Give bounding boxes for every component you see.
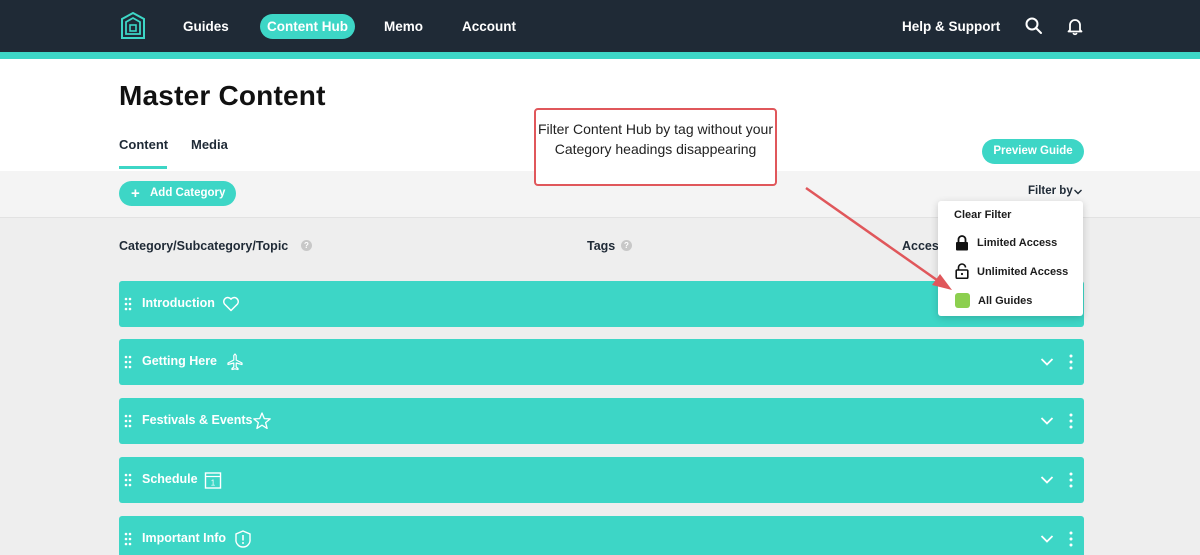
page-title: Master Content xyxy=(119,80,326,111)
nav-account[interactable]: Account xyxy=(462,14,516,39)
nav-accent-bar xyxy=(0,52,1200,59)
nav-memo[interactable]: Memo xyxy=(384,14,423,39)
more-options-icon[interactable] xyxy=(1069,354,1073,370)
more-options-icon[interactable] xyxy=(1069,472,1073,488)
category-row[interactable]: Festivals & Events xyxy=(119,398,1084,444)
column-header-access: Acces xyxy=(902,239,939,253)
more-options-icon[interactable] xyxy=(1069,413,1073,429)
add-category-label: Add Category xyxy=(150,187,226,199)
calendar-icon: 1 xyxy=(204,472,222,489)
category-row[interactable]: Schedule 1 xyxy=(119,457,1084,503)
category-row[interactable]: Getting Here xyxy=(119,339,1084,385)
lock-open-icon xyxy=(955,263,969,279)
chevron-down-icon[interactable] xyxy=(1040,534,1054,544)
star-icon xyxy=(253,412,271,430)
limited-access-option[interactable]: Limited Access xyxy=(977,237,1057,249)
heart-icon xyxy=(223,296,239,312)
search-icon[interactable] xyxy=(1024,16,1044,36)
bell-icon[interactable] xyxy=(1065,16,1085,36)
green-swatch-icon xyxy=(955,293,970,308)
chevron-down-icon[interactable] xyxy=(1040,416,1054,426)
annotation-callout: Filter Content Hub by tag without your C… xyxy=(534,108,777,186)
chevron-down-icon[interactable] xyxy=(1073,188,1083,196)
filter-by-dropdown[interactable]: Filter by xyxy=(1028,185,1073,197)
add-category-button[interactable]: + Add Category xyxy=(119,181,236,206)
tab-media[interactable]: Media xyxy=(191,137,228,152)
active-tab-indicator xyxy=(119,166,167,169)
more-options-icon[interactable] xyxy=(1069,531,1073,547)
column-header-tags: Tags xyxy=(587,239,616,253)
drag-handle-icon[interactable] xyxy=(124,414,132,428)
preview-guide-button[interactable]: Preview Guide xyxy=(982,139,1084,164)
unlimited-access-option[interactable]: Unlimited Access xyxy=(977,266,1068,278)
nav-guides[interactable]: Guides xyxy=(183,14,229,39)
drag-handle-icon[interactable] xyxy=(124,355,132,369)
filter-dropdown-menu: Clear Filter Limited Access Unlimited Ac… xyxy=(938,201,1083,316)
drag-handle-icon[interactable] xyxy=(124,297,132,311)
category-label: Schedule xyxy=(142,472,198,486)
drag-handle-icon[interactable] xyxy=(124,473,132,487)
category-label: Festivals & Events xyxy=(142,413,253,427)
all-guides-option[interactable]: All Guides xyxy=(978,295,1032,307)
help-icon[interactable]: ? xyxy=(621,240,632,251)
help-icon[interactable]: ? xyxy=(301,240,312,251)
nav-help-support[interactable]: Help & Support xyxy=(902,14,1000,39)
category-row[interactable]: Important Info xyxy=(119,516,1084,555)
nav-content-hub[interactable]: Content Hub xyxy=(260,14,355,39)
tab-content[interactable]: Content xyxy=(119,137,168,152)
plus-icon: + xyxy=(131,185,140,202)
lock-closed-icon xyxy=(956,235,968,251)
column-header-category: Category/Subcategory/Topic xyxy=(119,239,289,253)
category-label: Important Info xyxy=(142,531,227,545)
airplane-icon xyxy=(227,353,243,371)
house-logo-icon[interactable] xyxy=(121,12,145,39)
alert-icon xyxy=(235,530,251,548)
drag-handle-icon[interactable] xyxy=(124,532,132,546)
category-label: Getting Here xyxy=(142,354,218,368)
category-label: Introduction xyxy=(142,296,215,310)
top-navigation xyxy=(0,0,1200,52)
clear-filter-option[interactable]: Clear Filter xyxy=(954,209,1011,221)
svg-text:1: 1 xyxy=(211,479,216,488)
chevron-down-icon[interactable] xyxy=(1040,357,1054,367)
chevron-down-icon[interactable] xyxy=(1040,475,1054,485)
